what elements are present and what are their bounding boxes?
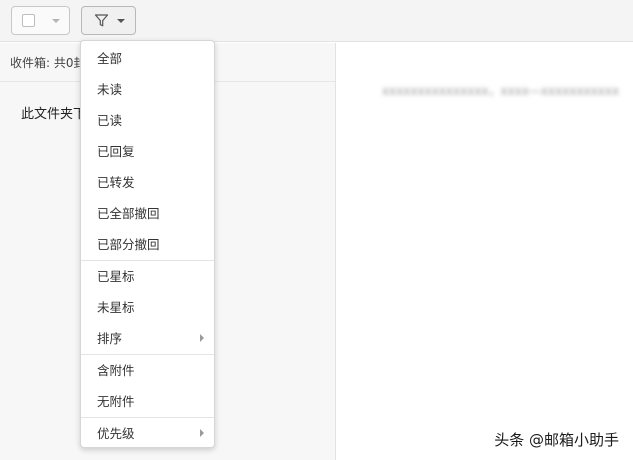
- menu-item-replied[interactable]: 已回复: [81, 136, 214, 167]
- blurred-text: xxxxxxxxxxxxxxx，xxxx—xxxxxxxxxxx: [382, 84, 620, 98]
- menu-item-unstarred[interactable]: 未星标: [81, 292, 214, 323]
- menu-item-label: 已读: [97, 113, 123, 128]
- menu-item-without-attachment[interactable]: 无附件: [81, 386, 214, 417]
- watermark: 头条 @邮箱小助手: [494, 431, 619, 449]
- menu-item-label: 优先级: [97, 426, 135, 441]
- menu-item-label: 已全部撤回: [97, 206, 160, 221]
- menu-item-sort[interactable]: 排序: [81, 323, 214, 354]
- menu-item-read[interactable]: 已读: [81, 105, 214, 136]
- chevron-down-icon: [117, 19, 125, 23]
- chevron-down-icon: [52, 19, 60, 23]
- chevron-right-icon: [200, 334, 204, 342]
- menu-item-label: 含附件: [97, 363, 135, 378]
- menu-item-starred[interactable]: 已星标: [81, 261, 214, 292]
- menu-item-label: 未星标: [97, 300, 135, 315]
- menu-item-forwarded[interactable]: 已转发: [81, 167, 214, 198]
- funnel-icon: [94, 14, 109, 27]
- select-all-button[interactable]: [11, 6, 70, 35]
- menu-item-label: 已转发: [97, 175, 135, 190]
- menu-item-priority[interactable]: 优先级: [81, 418, 214, 449]
- menu-item-fully-recalled[interactable]: 已全部撤回: [81, 198, 214, 229]
- menu-item-label: 无附件: [97, 394, 135, 409]
- filter-button[interactable]: [81, 6, 136, 35]
- menu-item-label: 已回复: [97, 144, 135, 159]
- menu-item-partially-recalled[interactable]: 已部分撤回: [81, 229, 214, 260]
- menu-item-with-attachment[interactable]: 含附件: [81, 355, 214, 386]
- filter-menu: 全部 未读 已读 已回复 已转发 已全部撤回 已部分撤回 已星标 未星标 排序 …: [80, 40, 215, 448]
- checkbox-icon[interactable]: [22, 14, 35, 27]
- folder-info: 收件箱: 共0封: [10, 56, 86, 70]
- toolbar: [0, 0, 633, 42]
- chevron-right-icon: [200, 429, 204, 437]
- menu-item-label: 已星标: [97, 269, 135, 284]
- menu-item-label: 全部: [97, 51, 123, 66]
- menu-item-label: 已部分撤回: [97, 237, 160, 252]
- menu-item-unread[interactable]: 未读: [81, 74, 214, 105]
- menu-item-label: 未读: [97, 82, 123, 97]
- menu-item-all[interactable]: 全部: [81, 43, 214, 74]
- menu-item-label: 排序: [97, 331, 123, 346]
- empty-folder-message: 此文件夹下: [21, 107, 87, 122]
- reading-pane: xxxxxxxxxxxxxxx，xxxx—xxxxxxxxxxx 头条 @邮箱小…: [337, 43, 633, 460]
